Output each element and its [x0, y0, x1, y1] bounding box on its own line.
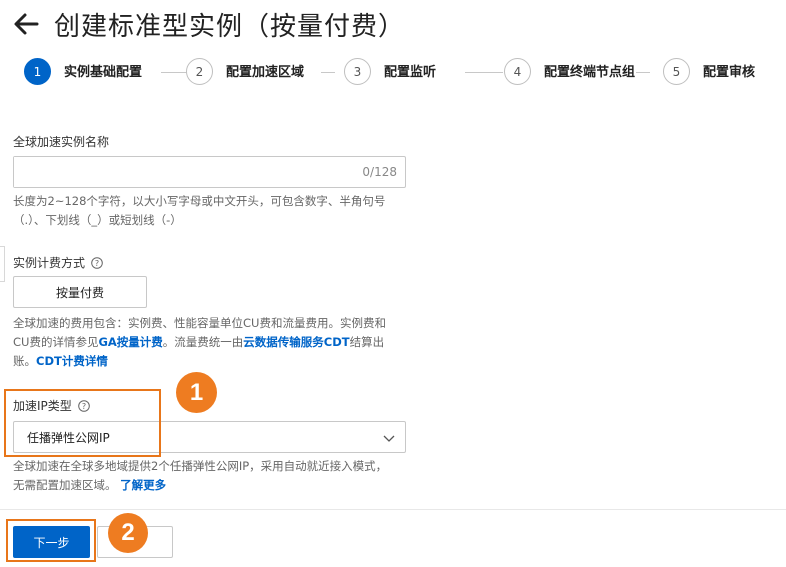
- step-label: 配置加速区域: [226, 65, 305, 80]
- instance-name-hint: 长度为2~128个字符，以大小写字母或中文开头，可包含数字、半角句号 （.）、下…: [13, 192, 413, 230]
- billing-label: 实例计费方式 ?: [13, 254, 103, 271]
- page-header: 创建标准型实例（按量付费）: [12, 4, 405, 44]
- hint-line: （.）、下划线（_）或短划线（-）: [13, 213, 182, 227]
- step-number: 4: [504, 58, 531, 85]
- step-label: 配置审核: [703, 65, 756, 80]
- svg-text:?: ?: [82, 402, 86, 411]
- step-number: 2: [186, 58, 213, 85]
- annotation-badge-2: 2: [108, 513, 148, 553]
- ga-billing-link[interactable]: GA按量计费: [98, 335, 162, 349]
- annotation-badge-1: 1: [176, 372, 217, 413]
- hint-line: CU费的详情参见GA按量计费。流量费统一由云数据传输服务CDT结算出: [13, 333, 413, 352]
- step-number: 5: [663, 58, 690, 85]
- step-indicator: 1 实例基础配置 2 配置加速区域 3 配置监听 4 配置终端节点组 5 配置审…: [24, 58, 784, 102]
- char-count: 0/128: [362, 165, 397, 179]
- step-label: 配置终端节点组: [544, 65, 636, 80]
- ip-type-select[interactable]: 任播弹性公网IP: [13, 421, 406, 453]
- instance-name-input[interactable]: [14, 157, 344, 187]
- ip-type-selected-value: 任播弹性公网IP: [27, 430, 110, 445]
- billing-label-text: 实例计费方式: [13, 256, 86, 270]
- hint-line: 全球加速在全球多地域提供2个任播弹性公网IP，采用自动就近接入模式，: [13, 459, 388, 473]
- step-5: 5 配置审核: [663, 58, 755, 85]
- hint-line: 账。CDT计费详情: [13, 352, 413, 371]
- hint-text: 无需配置加速区域。: [13, 478, 117, 492]
- step-label: 实例基础配置: [64, 65, 143, 80]
- help-icon[interactable]: ?: [91, 256, 103, 269]
- next-step-button[interactable]: 下一步: [13, 526, 90, 558]
- collapse-handle[interactable]: [0, 246, 5, 282]
- step-2: 2 配置加速区域: [186, 58, 304, 85]
- hint-line: 长度为2~128个字符，以大小写字母或中文开头，可包含数字、半角句号: [13, 194, 386, 208]
- page-title: 创建标准型实例（按量付费）: [54, 11, 406, 42]
- step-connector: [465, 72, 503, 73]
- help-icon[interactable]: ?: [77, 399, 90, 412]
- step-label: 配置监听: [384, 65, 437, 80]
- pay-as-you-go-button[interactable]: 按量付费: [13, 276, 147, 308]
- ip-type-label: 加速IP类型 ?: [13, 397, 90, 414]
- back-arrow-icon[interactable]: [12, 10, 40, 38]
- hint-text: 。流量费统一由: [162, 335, 244, 349]
- footer-divider: [0, 509, 786, 510]
- step-4: 4 配置终端节点组: [504, 58, 640, 85]
- ip-type-label-text: 加速IP类型: [13, 399, 72, 413]
- ip-type-hint: 全球加速在全球多地域提供2个任播弹性公网IP，采用自动就近接入模式， 无需配置加…: [13, 457, 413, 495]
- instance-name-field[interactable]: 0/128: [13, 156, 406, 188]
- step-connector: [321, 72, 335, 73]
- hint-text: 账。: [13, 354, 36, 368]
- hint-line: 全球加速的费用包含：实例费、性能容量单位CU费和流量费用。实例费和: [13, 316, 386, 330]
- step-3: 3 配置监听: [344, 58, 436, 85]
- svg-text:?: ?: [95, 259, 99, 268]
- chevron-down-icon: [383, 435, 395, 442]
- hint-text: 结算出: [349, 335, 385, 349]
- step-number: 3: [344, 58, 371, 85]
- cdt-link[interactable]: 云数据传输服务CDT: [243, 335, 349, 349]
- cdt-detail-link[interactable]: CDT计费详情: [36, 354, 108, 368]
- instance-name-label: 全球加速实例名称: [13, 135, 110, 149]
- step-number: 1: [24, 58, 51, 85]
- hint-line: 无需配置加速区域。 了解更多: [13, 476, 413, 495]
- step-1: 1 实例基础配置: [24, 58, 142, 85]
- hint-text: CU费的详情参见: [13, 335, 99, 349]
- learn-more-link[interactable]: 了解更多: [120, 478, 166, 492]
- billing-hint: 全球加速的费用包含：实例费、性能容量单位CU费和流量费用。实例费和 CU费的详情…: [13, 314, 413, 371]
